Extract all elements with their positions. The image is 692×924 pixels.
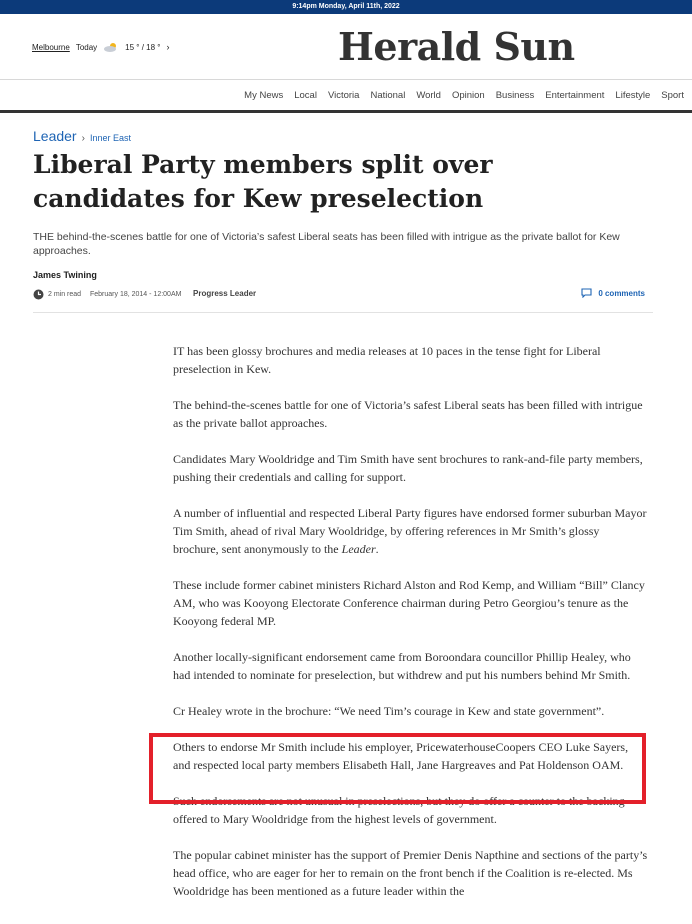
article-paragraph: These include former cabinet ministers R… [173,578,645,628]
comment-icon [581,288,592,298]
article-standfirst: THE behind-the-scenes battle for one of … [33,231,620,257]
nav-item-opinion[interactable]: Opinion [452,90,485,101]
article-paragraph: The popular cabinet minister has the sup… [173,848,648,898]
masthead: Melbourne Today 15 ° / 18 ° › Herald Sun [0,14,692,80]
publish-date: February 18, 2014 - 12:00AM [90,291,182,298]
current-datetime: 9:14pm Monday, April 11th, 2022 [292,3,400,10]
author-name[interactable]: James Twining [33,270,97,280]
article-paragraph: The behind-the-scenes battle for one of … [173,398,643,430]
article-paragraph: Another locally-significant endorsement … [173,650,631,682]
main-nav: My News Local Victoria National World Op… [0,80,692,113]
article-headline: Liberal Party members split over candida… [33,150,493,213]
weather-city-link[interactable]: Melbourne [32,43,70,52]
nav-item-national[interactable]: National [370,90,405,101]
clock-icon [33,289,44,300]
nav-item-lifestyle[interactable]: Lifestyle [615,90,650,101]
article-source: Progress Leader [193,289,257,298]
article-paragraph: A number of influential and respected Li… [173,506,647,556]
article-paragraph: Cr Healey wrote in the brochure: “We nee… [173,704,605,718]
site-logo[interactable]: Herald Sun [338,24,575,69]
top-date-bar: 9:14pm Monday, April 11th, 2022 [0,0,692,14]
article-paragraph: Candidates Mary Wooldridge and Tim Smith… [173,452,643,484]
weather-temps: 15 ° / 18 ° [125,42,161,52]
article-paragraph: IT has been glossy brochures and media r… [173,344,601,376]
publication-name: Leader [341,542,376,556]
article-meta: 2 min read February 18, 2014 - 12:00AM P… [33,288,653,302]
comments-link[interactable]: 0 comments [581,288,645,298]
comments-count[interactable]: 0 comments [598,289,645,298]
article-body: IT has been glossy brochures and media r… [173,342,648,918]
read-time: 2 min read [48,291,82,298]
nav-item-entertainment[interactable]: Entertainment [545,90,604,101]
breadcrumb: Leader › Inner East [33,128,131,144]
cloud-sun-icon [104,43,117,52]
weather-widget[interactable]: Melbourne Today 15 ° / 18 ° › [32,42,169,52]
nav-item-sport[interactable]: Sport [661,90,684,101]
nav-item-my-news[interactable]: My News [244,90,283,101]
breadcrumb-separator: › [81,133,85,144]
breadcrumb-subsection[interactable]: Inner East [90,133,131,143]
nav-item-business[interactable]: Business [496,90,535,101]
nav-item-world[interactable]: World [416,90,441,101]
breadcrumb-section[interactable]: Leader [33,128,77,144]
nav-item-victoria[interactable]: Victoria [328,90,360,101]
meta-divider [33,312,653,313]
highlight-box [149,733,646,804]
chevron-right-icon[interactable]: › [166,42,169,52]
weather-day: Today [75,42,98,52]
nav-item-local[interactable]: Local [294,90,317,101]
